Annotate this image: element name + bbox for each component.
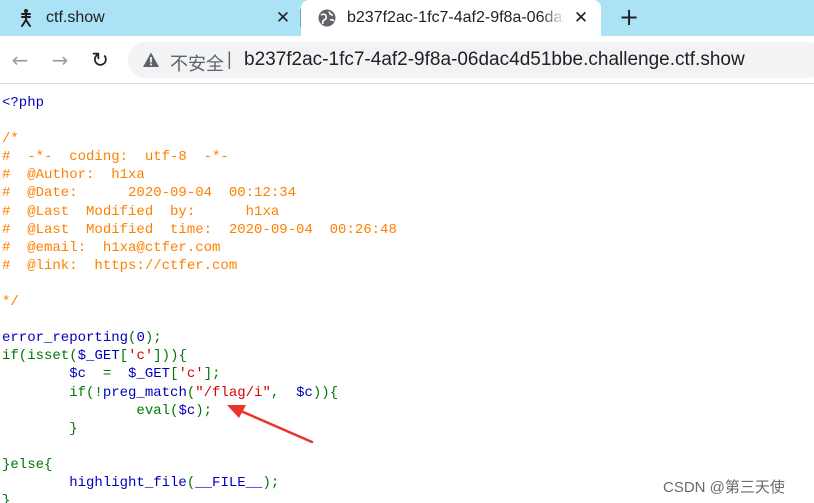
code-line: /* <box>2 130 814 148</box>
code-token: }else{ <box>2 456 53 473</box>
tab-strip: ctf.show ✕ b237f2ac-1fc7-4af2-9f8a-06dac… <box>0 0 814 36</box>
code-token: } <box>2 493 11 503</box>
warning-icon[interactable] <box>142 51 160 69</box>
code-token: eval <box>136 402 171 419</box>
code-line: $c = $_GET['c']; <box>2 365 814 383</box>
code-token: ); <box>144 330 162 347</box>
code-token: } <box>2 420 78 437</box>
code-token: highlight_file <box>69 474 187 491</box>
url-text[interactable]: b237f2ac-1fc7-4af2-9f8a-06dac4d51bbe.cha… <box>244 49 745 71</box>
code-token: ); <box>262 474 280 491</box>
code-token: error_reporting <box>2 330 129 347</box>
tab-challenge[interactable]: b237f2ac-1fc7-4af2-9f8a-06dac4d51bbe.cha… <box>301 0 601 36</box>
code-token: <?php <box>2 95 45 111</box>
address-bar[interactable]: 不安全 | b237f2ac-1fc7-4af2-9f8a-06dac4d51b… <box>128 42 814 78</box>
code-line: # @link: https://ctfer.com <box>2 257 814 275</box>
annotation-arrow-icon <box>227 405 314 444</box>
close-icon[interactable]: ✕ <box>571 8 591 28</box>
code-token: 'c' <box>178 366 204 383</box>
globe-icon <box>318 9 336 27</box>
code-token: $c <box>69 366 95 383</box>
code-token: # @Date: 2020-09-04 00:12:34 <box>2 185 297 202</box>
code-token: 0 <box>136 330 145 347</box>
code-token: $_GET <box>77 348 120 365</box>
code-line: */ <box>2 293 814 311</box>
code-token: /* <box>2 131 19 148</box>
ctfshow-logo-icon <box>21 9 31 27</box>
code-line: eval($c); <box>2 402 814 420</box>
code-line: } <box>2 420 814 438</box>
code-token: */ <box>2 294 19 311</box>
reload-button[interactable]: ↻ <box>88 48 112 72</box>
code-token: # -*- coding: utf-8 -*- <box>2 149 229 166</box>
code-line: # @Author: h1xa <box>2 166 814 184</box>
code-token: __FILE__ <box>195 474 263 491</box>
url-separator: | <box>227 49 232 69</box>
code-token: = <box>94 366 120 383</box>
code-line: }else{ <box>2 456 814 474</box>
page-content: <?php /* # -*- coding: utf-8 -*- # @Author:… <box>2 94 814 503</box>
code-line: # @Date: 2020-09-04 00:12:34 <box>2 184 814 202</box>
code-line: error_reporting(0); <box>2 329 814 347</box>
code-token: # @Author: h1xa <box>2 167 145 184</box>
code-token: [ <box>119 348 129 365</box>
back-button[interactable]: ← <box>8 48 32 72</box>
tab-title-fade <box>541 6 565 30</box>
security-label[interactable]: 不安全 <box>170 50 224 76</box>
code-token: # @Last Modified by: h1xa <box>2 203 280 220</box>
code-token: ])){ <box>153 348 187 365</box>
code-token: # @Last Modified time: 2020-09-04 00:26:… <box>2 221 397 238</box>
code-line: # @Last Modified by: h1xa <box>2 203 814 221</box>
code-token: ); <box>195 402 213 419</box>
code-token: $_GET <box>119 366 171 383</box>
code-token: # @link: https://ctfer.com <box>2 257 238 274</box>
code-token: if(! <box>2 384 103 401</box>
code-line: # @Last Modified time: 2020-09-04 00:26:… <box>2 221 814 239</box>
code-line: if(!preg_match("/flag/i", $c)){ <box>2 384 814 402</box>
tab-title: b237f2ac-1fc7-4af2-9f8a-06dac4d51bbe.cha… <box>347 9 565 26</box>
code-token: isset <box>27 348 70 365</box>
code-token: ( <box>69 348 78 365</box>
new-tab-button[interactable]: + <box>616 4 642 30</box>
code-line: if(isset($_GET['c'])){ <box>2 347 814 365</box>
browser-toolbar: ← → ↻ 不安全 | b237f2ac-1fc7-4af2-9f8a-06da… <box>0 36 814 84</box>
code-line: # @email: h1xa@ctfer.com <box>2 239 814 257</box>
code-token: $c <box>178 402 196 419</box>
code-line: # -*- coding: utf-8 -*- <box>2 148 814 166</box>
code-token: ( <box>186 474 196 491</box>
forward-button[interactable]: → <box>48 48 72 72</box>
csdn-watermark: CSDN @第三天使 <box>663 479 785 496</box>
close-icon[interactable]: ✕ <box>273 8 293 28</box>
code-token: # @email: h1xa@ctfer.com <box>2 239 221 256</box>
code-token: ]; <box>203 366 221 383</box>
tab-title: ctf.show <box>46 9 105 26</box>
tab-ctfshow[interactable]: ctf.show ✕ <box>0 0 300 36</box>
code-line: <?php <box>2 94 814 112</box>
code-token: if( <box>2 348 28 365</box>
code-token: ( <box>186 384 196 401</box>
code-token: 'c' <box>128 348 154 365</box>
php-source-code: <?php /* # -*- coding: utf-8 -*- # @Author:… <box>2 94 814 503</box>
code-token: preg_match <box>102 384 187 401</box>
